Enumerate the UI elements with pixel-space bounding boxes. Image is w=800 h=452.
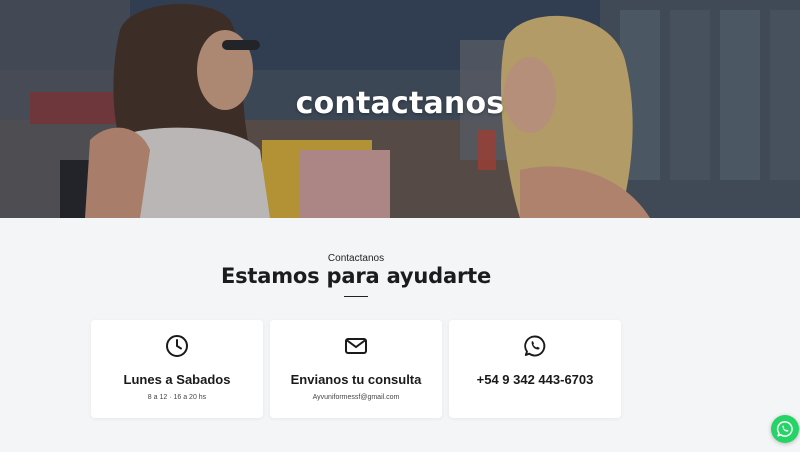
whatsapp-icon [524,335,546,357]
email-card-title: Envianos tu consulta [290,372,422,387]
hours-card: Lunes a Sabados 8 a 12 · 16 a 20 hs [91,320,263,418]
email-card[interactable]: Envianos tu consulta Ayvuniformessf@gmai… [270,320,442,418]
whatsapp-card[interactable]: +54 9 342 443-6703 [449,320,621,418]
section-heading: Estamos para ayudarte [220,264,492,288]
whatsapp-float-button[interactable] [771,415,799,443]
clock-icon [166,335,188,357]
section-divider [344,296,368,297]
hero-banner: contactanos [0,0,800,218]
whatsapp-icon [776,421,793,437]
envelope-icon [345,338,367,354]
hero-title: contactanos [295,86,505,121]
hours-card-title: Lunes a Sabados [123,372,231,387]
hours-card-subtitle: 8 a 12 · 16 a 20 hs [147,394,207,401]
section-kicker: Contactanos [327,253,385,264]
phone-number[interactable]: +54 9 342 443-6703 [449,372,621,387]
email-address-link[interactable]: Ayvuniformessf@gmail.com [270,394,442,401]
